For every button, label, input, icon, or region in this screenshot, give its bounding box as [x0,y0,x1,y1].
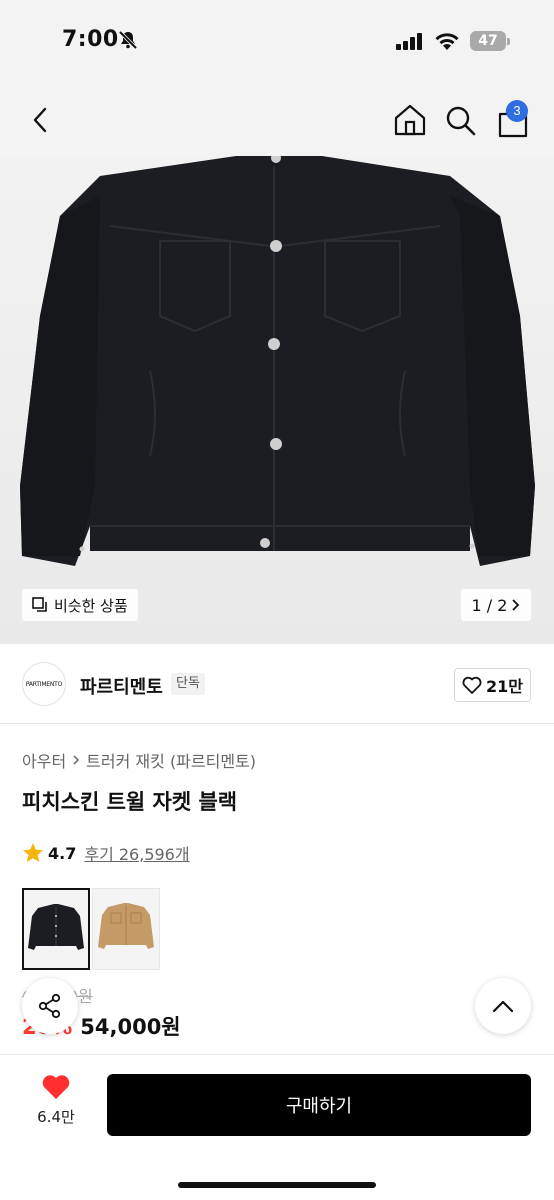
rating-value: 4.7 [48,843,77,863]
brand-logo[interactable]: PARTIMENTO [22,662,66,706]
buy-button-label: 구매하기 [285,1096,353,1117]
breadcrumb-category[interactable]: 아우터 [22,748,66,772]
wishlist-button[interactable]: 6.4만 [22,1073,90,1137]
wishlist-count: 6.4만 [37,1108,75,1126]
back-button[interactable] [22,100,58,140]
breadcrumb: 아우터 트러커 재킷 (파르티멘토) [22,748,256,772]
scroll-to-top-button[interactable] [475,978,531,1034]
buy-button[interactable]: 구매하기 [107,1074,531,1136]
signal-icon [396,33,422,50]
star-icon [23,843,43,862]
home-indicator [178,1182,376,1188]
gallery-page-counter[interactable]: 1 / 2 [461,589,531,621]
copy-icon [32,597,47,612]
share-button[interactable] [22,978,78,1034]
brand-logo-text: PARTIMENTO [25,680,63,688]
color-option-black[interactable] [22,888,90,970]
black-jacket-thumbnail [28,904,84,950]
home-button[interactable] [392,100,428,140]
brand-like-button[interactable]: 21만 [454,668,531,702]
jacket-photo [20,156,535,566]
product-title: 피치스킨 트윌 자켓 블랙 [22,790,238,814]
heart-filled-icon [42,1075,70,1099]
home-icon [394,104,426,136]
battery-level: 47 [478,33,498,49]
bottom-action-bar: 6.4만 구매하기 [0,1054,554,1200]
search-icon [446,106,476,136]
brand-like-count: 21만 [486,677,523,696]
cart-count-badge: 3 [506,100,528,122]
wifi-icon [435,33,459,50]
color-option-tan[interactable] [92,888,160,970]
brand-row: PARTIMENTO 파르티멘토 단독 21만 [0,644,554,724]
battery-cap [507,38,510,45]
brand-name[interactable]: 파르티멘토 [80,673,163,699]
page-counter-text: 1 / 2 [471,595,508,615]
chevron-right-icon [512,599,520,611]
similar-products-button[interactable]: 비슷한 상품 [22,589,138,621]
chevron-left-icon [33,107,47,133]
exclusive-badge: 단독 [171,673,205,695]
heart-outline-icon [462,676,482,694]
battery-indicator: 47 [470,31,506,51]
product-image-gallery[interactable] [0,156,554,644]
sale-price: 54,000원 [80,1015,181,1039]
tan-jacket-thumbnail [98,903,154,949]
breadcrumb-subcategory[interactable]: 트러커 재킷 (파르티멘토) [86,748,256,772]
similar-products-label: 비슷한 상품 [54,596,128,615]
bell-muted-icon [118,30,138,50]
chevron-up-icon [492,1000,514,1013]
chevron-right-icon [73,755,80,765]
status-bar: 7:00 47 [0,0,554,84]
nav-bar [0,84,554,156]
search-button[interactable] [442,100,478,140]
rating-row: 4.7 후기 26,596개 [22,841,190,865]
share-icon [38,993,61,1019]
status-time: 7:00 [62,27,119,52]
review-count-link[interactable]: 후기 26,596개 [84,841,189,865]
